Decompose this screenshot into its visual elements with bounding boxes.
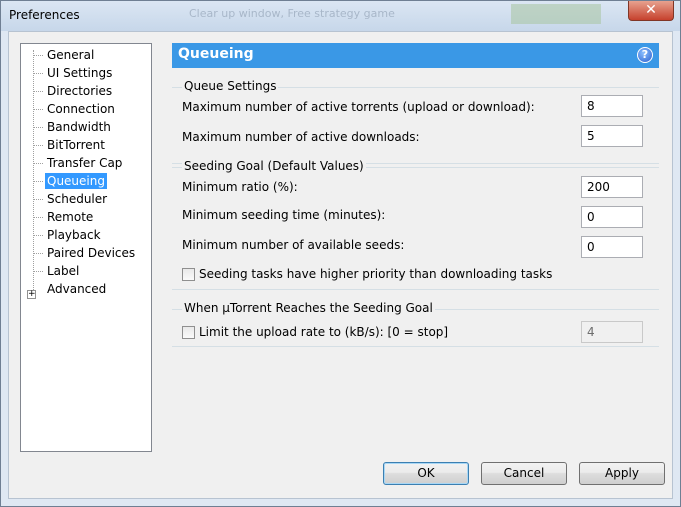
panel-header: Queueing ? [172, 43, 659, 68]
tree-connector [33, 199, 43, 201]
dialog-client-area: + General UI Settings Directories Connectio… [8, 31, 673, 499]
title-bar[interactable]: Preferences Clear up window, Free strate… [1, 1, 680, 31]
sidebar-item-transfer-cap[interactable]: Transfer Cap [45, 155, 124, 171]
sidebar-item-general[interactable]: General [45, 47, 96, 63]
limit-upload-checkbox[interactable] [182, 326, 195, 339]
expand-icon[interactable]: + [27, 290, 36, 299]
tree-connector [33, 217, 43, 219]
category-tree[interactable]: + General UI Settings Directories Connectio… [20, 43, 152, 452]
tree-connector [33, 73, 43, 75]
close-icon: ✕ [645, 2, 657, 18]
tree-connector [33, 127, 43, 129]
panel-title: Queueing [178, 46, 254, 62]
tree-connector [33, 145, 43, 147]
sidebar-item-paired-devices[interactable]: Paired Devices [45, 245, 137, 261]
background-window-text: Clear up window, Free strategy game [189, 7, 395, 20]
min-ratio-label: Minimum ratio (%): [182, 180, 298, 194]
window-title: Preferences [9, 8, 80, 22]
tree-connector [33, 55, 43, 57]
reaches-goal-title: When µTorrent Reaches the Seeding Goal [182, 301, 435, 315]
background-window-button [511, 4, 601, 24]
sidebar-item-bittorrent[interactable]: BitTorrent [45, 137, 107, 153]
sidebar-item-remote[interactable]: Remote [45, 209, 95, 225]
sidebar-item-playback[interactable]: Playback [45, 227, 103, 243]
tree-connector [33, 109, 43, 111]
tree-connector [33, 91, 43, 93]
sidebar-item-queueing[interactable]: Queueing [45, 173, 107, 189]
min-seeding-time-label: Minimum seeding time (minutes): [182, 208, 386, 222]
ok-button[interactable]: OK [383, 462, 469, 485]
cancel-button[interactable]: Cancel [481, 462, 567, 485]
queue-settings-title: Queue Settings [182, 79, 279, 93]
help-icon[interactable]: ? [637, 47, 653, 63]
limit-upload-label[interactable]: Limit the upload rate to (kB/s): [0 = st… [199, 325, 448, 339]
seeding-goal-title: Seeding Goal (Default Values) [182, 159, 366, 173]
sidebar-item-ui-settings[interactable]: UI Settings [45, 65, 114, 81]
apply-button[interactable]: Apply [579, 462, 665, 485]
sidebar-item-advanced[interactable]: Advanced [45, 281, 108, 297]
min-seeds-label: Minimum number of available seeds: [182, 238, 405, 252]
preferences-window: Preferences Clear up window, Free strate… [0, 0, 681, 507]
tree-connector [33, 253, 43, 255]
tree-connector [33, 163, 43, 165]
limit-upload-input[interactable]: 4 [581, 321, 643, 343]
sidebar-item-label[interactable]: Label [45, 263, 81, 279]
max-active-downloads-label: Maximum number of active downloads: [182, 130, 420, 144]
max-active-torrents-input[interactable]: 8 [581, 95, 643, 117]
tree-connector [33, 235, 43, 237]
sidebar-item-connection[interactable]: Connection [45, 101, 117, 117]
priority-checkbox[interactable] [182, 268, 195, 281]
min-seeds-input[interactable]: 0 [581, 236, 643, 258]
max-active-torrents-label: Maximum number of active torrents (uploa… [182, 100, 535, 114]
sidebar-item-scheduler[interactable]: Scheduler [45, 191, 109, 207]
tree-connector [33, 181, 43, 183]
tree-connector-line [33, 50, 35, 294]
close-button[interactable]: ✕ [628, 1, 674, 21]
background-window-ghost: Clear up window, Free strategy game [181, 4, 601, 24]
sidebar-item-bandwidth[interactable]: Bandwidth [45, 119, 113, 135]
max-active-downloads-input[interactable]: 5 [581, 125, 643, 147]
sidebar-item-directories[interactable]: Directories [45, 83, 114, 99]
tree-connector [33, 271, 43, 273]
priority-checkbox-label[interactable]: Seeding tasks have higher priority than … [199, 267, 552, 281]
min-ratio-input[interactable]: 200 [581, 176, 643, 198]
min-seeding-time-input[interactable]: 0 [581, 206, 643, 228]
